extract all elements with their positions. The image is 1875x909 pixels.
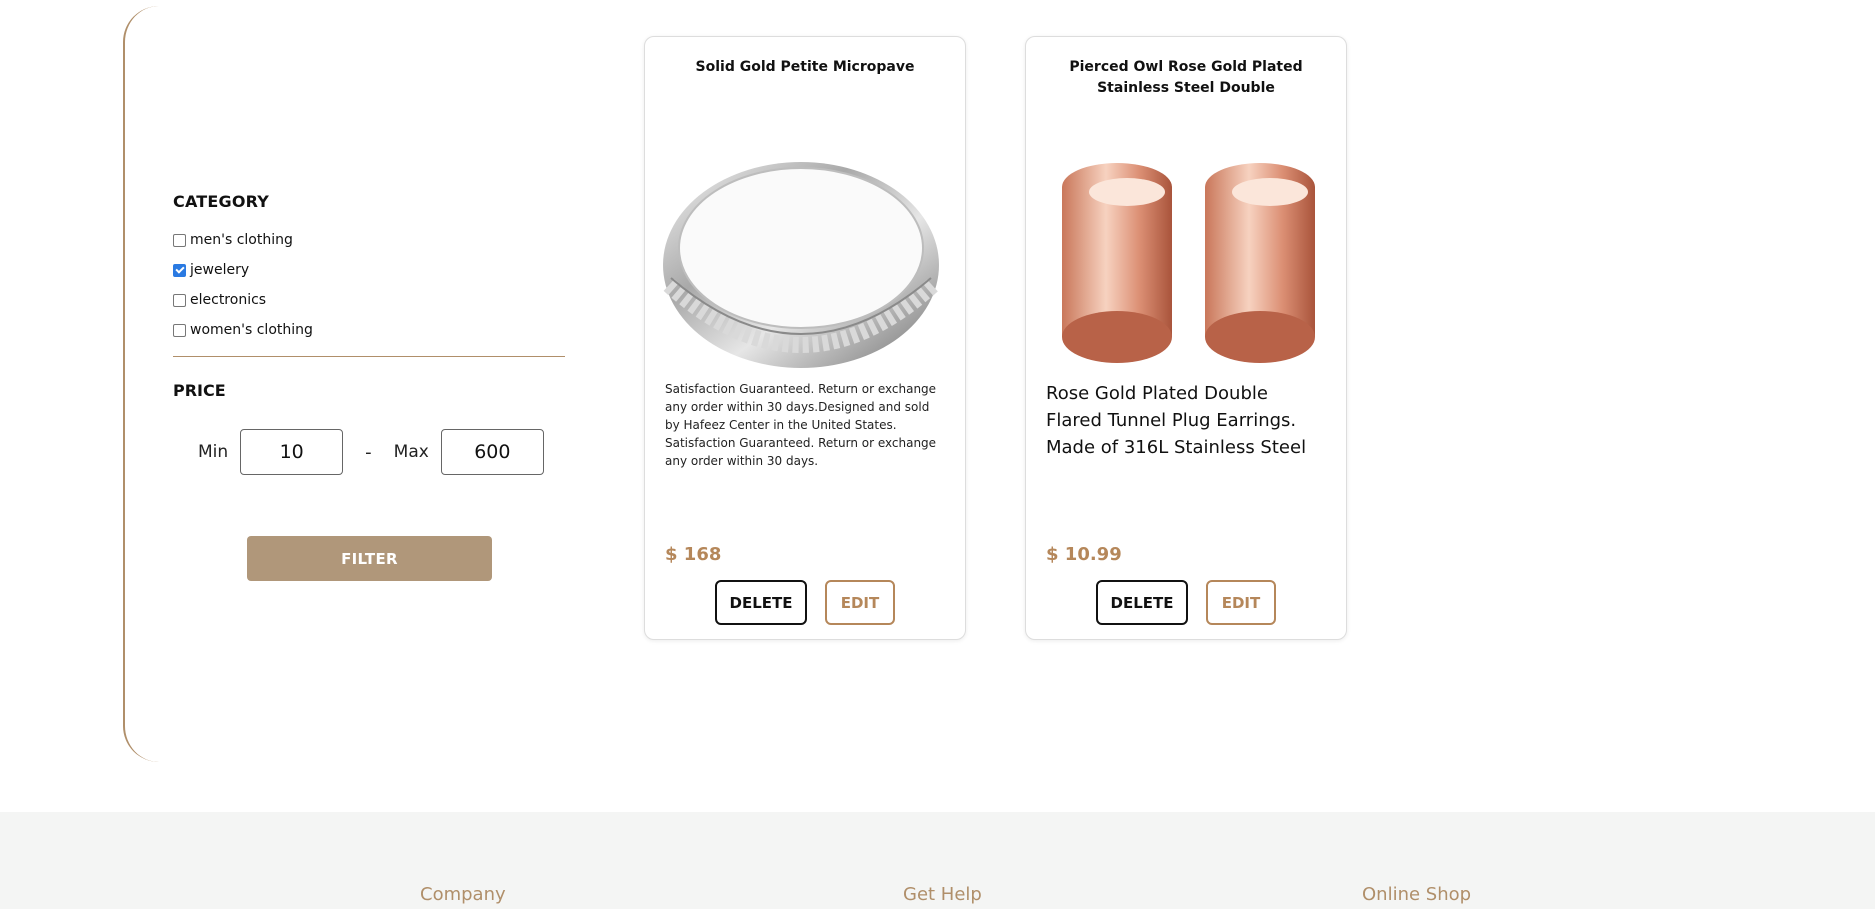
page: CATEGORY men's clothing jewelery electro… bbox=[0, 0, 1875, 909]
product-price: $ 168 bbox=[665, 544, 722, 565]
card-actions: DELETE EDIT bbox=[645, 580, 965, 625]
category-label: women's clothing bbox=[190, 322, 313, 338]
category-item-womens-clothing[interactable]: women's clothing bbox=[173, 315, 565, 345]
footer-column-get-help[interactable]: Get Help bbox=[903, 884, 982, 905]
earrings-icon bbox=[1062, 163, 1315, 363]
product-title: Solid Gold Petite Micropave bbox=[695, 59, 915, 75]
category-label: men's clothing bbox=[190, 232, 293, 248]
checkbox-electronics[interactable] bbox=[173, 293, 186, 307]
category-item-mens-clothing[interactable]: men's clothing bbox=[173, 225, 565, 255]
card-actions: DELETE EDIT bbox=[1026, 580, 1346, 625]
min-price-input[interactable]: 10 bbox=[240, 429, 344, 475]
checkbox-jewelery[interactable] bbox=[173, 263, 186, 277]
price-title: PRICE bbox=[173, 381, 226, 400]
footer-column-company[interactable]: Company bbox=[420, 884, 506, 905]
category-item-jewelery[interactable]: jewelery bbox=[173, 255, 565, 285]
category-title: CATEGORY bbox=[173, 192, 270, 211]
product-title: Pierced Owl Rose Gold Plated Stainless S… bbox=[1069, 59, 1303, 96]
footer-column-online-shop[interactable]: Online Shop bbox=[1362, 884, 1471, 905]
checkbox-mens-clothing[interactable] bbox=[173, 233, 186, 247]
ring-icon bbox=[663, 161, 939, 368]
product-description: Satisfaction Guaranteed. Return or excha… bbox=[665, 382, 937, 468]
category-item-electronics[interactable]: electronics bbox=[173, 285, 565, 315]
product-card: Pierced Owl Rose Gold Plated Stainless S… bbox=[1025, 36, 1347, 640]
edit-button[interactable]: EDIT bbox=[825, 580, 895, 625]
delete-button[interactable]: DELETE bbox=[715, 580, 807, 625]
filter-sidebar: CATEGORY men's clothing jewelery electro… bbox=[123, 6, 593, 762]
ring-image bbox=[661, 132, 951, 397]
range-dash: - bbox=[365, 441, 372, 463]
delete-button[interactable]: DELETE bbox=[1096, 580, 1188, 625]
max-label: Max bbox=[393, 442, 429, 462]
filter-button[interactable]: FILTER bbox=[247, 536, 492, 581]
category-label: jewelery bbox=[190, 262, 250, 278]
checkbox-womens-clothing[interactable] bbox=[173, 323, 186, 337]
price-range: Min 10 - Max 600 bbox=[198, 429, 565, 475]
category-label: electronics bbox=[190, 292, 267, 308]
product-card: Solid Gold Petite Micropave Satisfaction… bbox=[644, 36, 966, 640]
min-label: Min bbox=[198, 442, 229, 462]
filter-panel: CATEGORY men's clothing jewelery electro… bbox=[173, 192, 565, 581]
footer: Company Get Help Online Shop bbox=[0, 812, 1875, 909]
tunnel-plug-earrings-image bbox=[1042, 132, 1332, 397]
max-price-input[interactable]: 600 bbox=[440, 429, 544, 475]
product-price: $ 10.99 bbox=[1046, 544, 1122, 565]
divider bbox=[173, 356, 565, 357]
edit-button[interactable]: EDIT bbox=[1206, 580, 1276, 625]
product-description: Rose Gold Plated Double Flared Tunnel Pl… bbox=[1046, 383, 1307, 458]
category-list: men's clothing jewelery electronics wome… bbox=[173, 225, 565, 345]
